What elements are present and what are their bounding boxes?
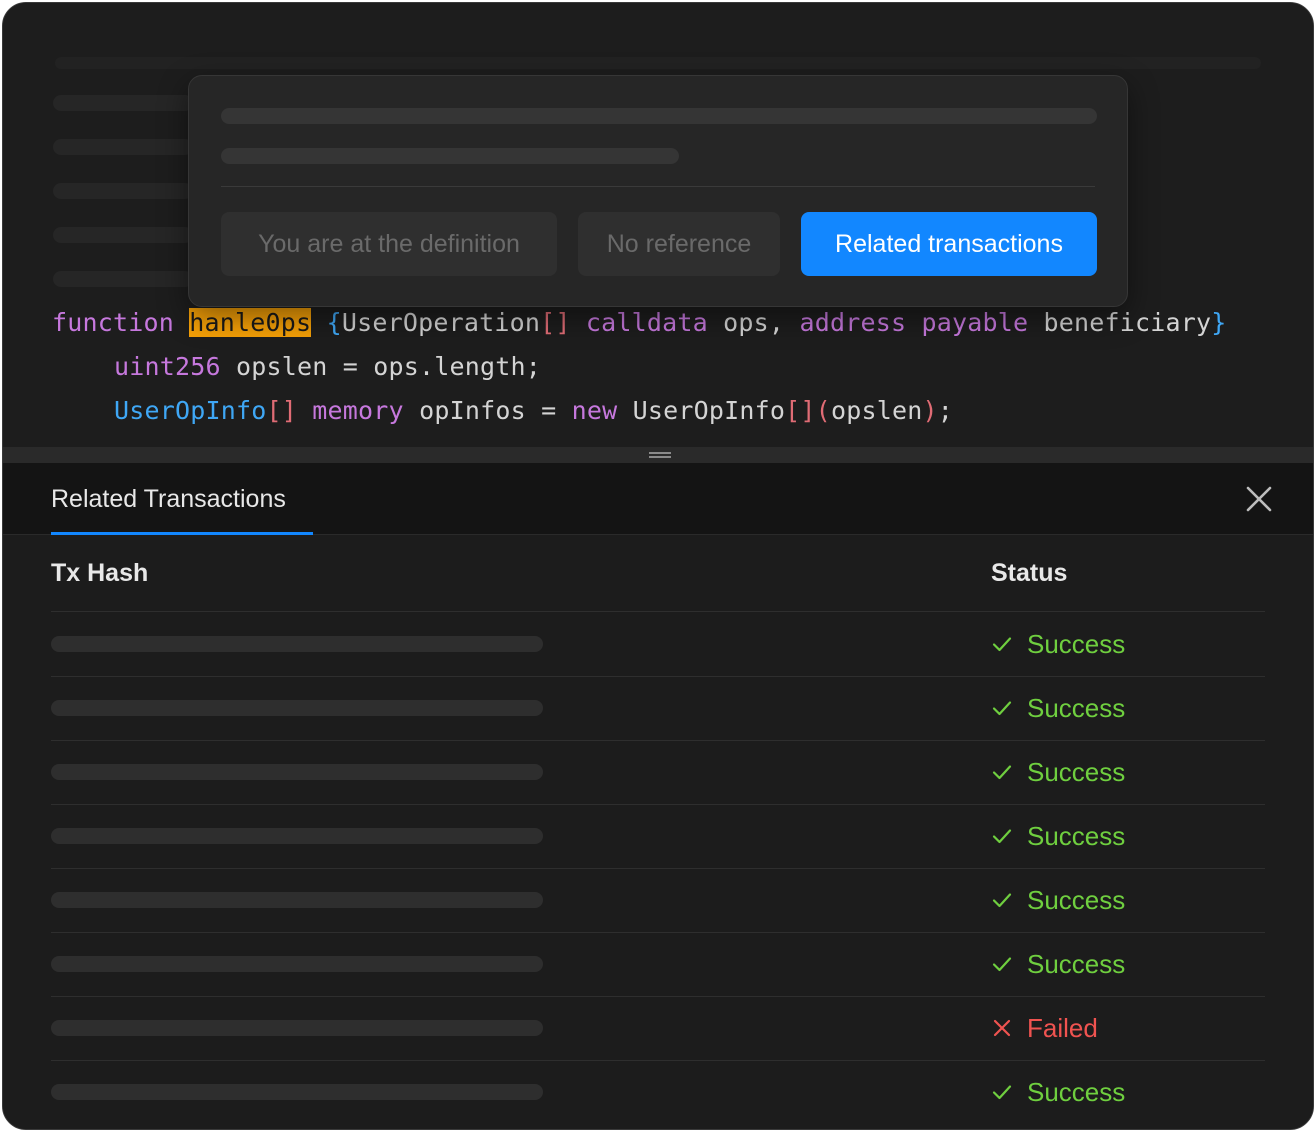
check-icon [992,701,1012,716]
brackets: [] [785,396,816,425]
table-row[interactable]: Success [51,868,1265,932]
status-label: Success [1027,756,1126,787]
table-row[interactable]: Success [51,612,1265,676]
status-badge: Success [991,868,1125,932]
type-name: UserOpInfo [632,396,786,425]
tx-hash-placeholder[interactable] [51,892,543,908]
table-row[interactable]: Success [51,932,1265,996]
code-text: ; [937,396,953,425]
related-transactions-panel: Related Transactions Tx Hash Status Succ… [3,463,1313,1129]
tx-hash-placeholder[interactable] [51,1084,543,1100]
status-label: Success [1027,692,1126,723]
close-panel-button[interactable] [1245,485,1273,513]
placeholder-line [53,183,193,199]
status-label: Success [1027,820,1126,851]
status-badge: Failed [991,996,1098,1060]
placeholder-line [53,95,193,111]
status-badge: Success [991,612,1125,676]
check-icon [992,637,1012,652]
panel-splitter[interactable] [3,447,1313,463]
tab-label: Related Transactions [51,484,286,513]
keyword: memory [312,396,404,425]
table-row[interactable]: Success [51,1060,1265,1124]
code-line-1: function hanle0ps {UserOperation[] calld… [52,301,1227,345]
brace: } [1211,308,1227,337]
status-badge: Success [991,1060,1125,1124]
check-icon [992,957,1012,972]
status-badge: Success [991,676,1125,740]
drag-handle-icon[interactable] [649,452,671,458]
status-label: Success [1027,1076,1126,1107]
column-header-tx-hash: Tx Hash [51,559,149,587]
placeholder-line [221,108,1097,124]
code-line-3: UserOpInfo[] memory opInfos = new UserOp… [114,389,953,433]
table-row[interactable]: Success [51,804,1265,868]
status-badge: Success [991,804,1125,868]
definition-popup: You are at the definition No reference R… [188,75,1128,307]
tx-hash-placeholder[interactable] [51,764,543,780]
tx-hash-placeholder[interactable] [51,700,543,716]
table-row[interactable]: Failed [51,996,1265,1060]
paren: ) [922,396,938,425]
tx-hash-placeholder[interactable] [51,636,543,652]
panel-header: Related Transactions [3,463,1313,535]
keyword: new [571,396,618,425]
keyword: address [799,308,907,337]
code-text: opInfos = [419,396,557,425]
check-icon [992,1085,1012,1100]
table-row[interactable]: Success [51,676,1265,740]
brackets: [] [540,308,571,337]
status-badge: Success [991,740,1125,804]
code-editor: function hanle0ps {UserOperation[] calld… [3,3,1313,447]
popup-divider [221,186,1095,187]
keyword: calldata [585,308,708,337]
x-icon [993,1019,1011,1037]
code-line-2: uint256 opslen = ops.length; [114,345,541,389]
type-name: UserOpInfo [114,396,267,425]
placeholder-line [221,148,679,164]
no-reference-button[interactable]: No reference [578,212,780,276]
keyword: uint256 [114,352,221,381]
active-tab-indicator [51,532,313,535]
tx-hash-placeholder[interactable] [51,1020,543,1036]
close-icon [1246,486,1272,512]
brace: { [326,308,342,337]
tx-hash-placeholder[interactable] [51,828,543,844]
status-label: Failed [1027,1012,1098,1043]
related-transactions-button[interactable]: Related transactions [801,212,1097,276]
at-definition-button[interactable]: You are at the definition [221,212,557,276]
code-text: opslen = ops.length; [236,352,542,381]
status-label: Success [1027,948,1126,979]
tx-hash-placeholder[interactable] [51,956,543,972]
keyword: payable [921,308,1029,337]
table-row[interactable]: Success [51,740,1265,804]
status-badge: Success [991,932,1125,996]
app-window: function hanle0ps {UserOperation[] calld… [2,2,1314,1130]
column-header-status: Status [991,559,1068,587]
check-icon [992,893,1012,908]
paren: ( [815,396,831,425]
check-icon [992,829,1012,844]
status-label: Success [1027,628,1126,659]
placeholder-line [55,57,1261,69]
placeholder-line [53,227,193,243]
placeholder-line [53,271,193,287]
check-icon [992,765,1012,780]
keyword: function [52,308,175,337]
placeholder-line [53,139,193,155]
function-name-highlight[interactable]: hanle0ps [189,308,312,337]
identifier: opslen [830,396,923,425]
status-label: Success [1027,884,1126,915]
tab-related-transactions[interactable]: Related Transactions [51,463,286,535]
identifier: ops, [723,308,785,337]
identifier: beneficiary [1043,308,1212,337]
brackets: [] [266,396,298,425]
type-name: UserOperation [341,308,541,337]
